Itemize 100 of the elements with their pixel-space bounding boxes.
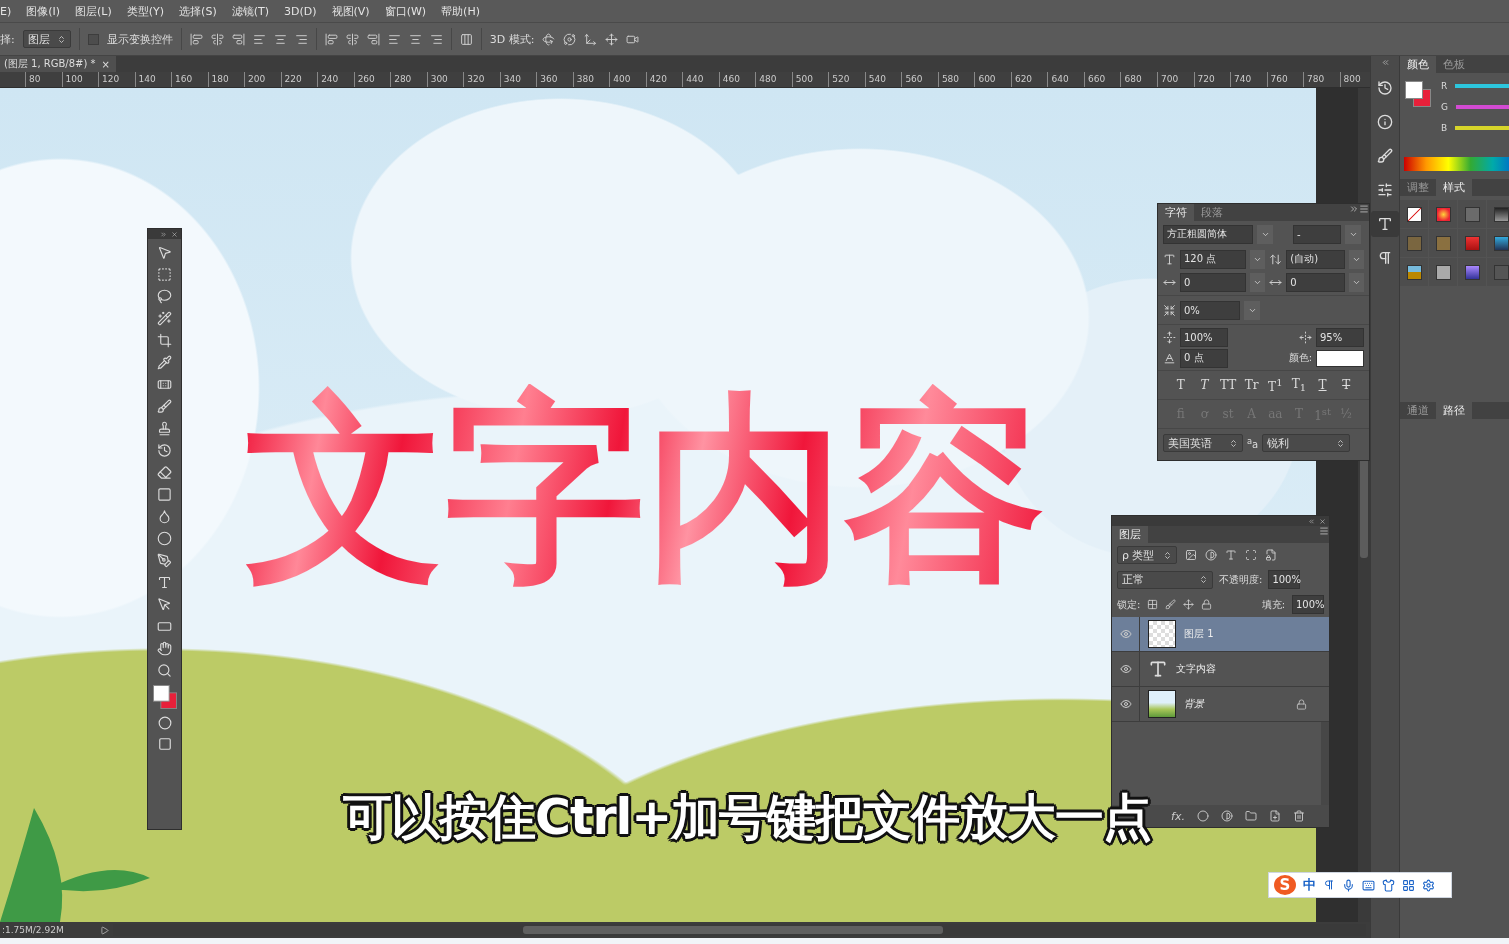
close-icon[interactable] (171, 230, 178, 238)
distribute-middle-icon[interactable] (345, 32, 359, 46)
layer-row[interactable]: 图层 1 (1112, 617, 1329, 652)
font-family-field[interactable]: 方正粗圆简体 (1163, 224, 1253, 244)
vertical-scale-field[interactable]: 100% (1180, 328, 1228, 347)
play-icon[interactable] (100, 925, 109, 935)
text-style-button[interactable]: T (1335, 378, 1357, 392)
align-left-icon[interactable] (252, 32, 266, 46)
eye-icon[interactable] (1119, 663, 1132, 675)
style-preset[interactable] (1400, 200, 1428, 228)
move-tool-icon[interactable] (157, 245, 172, 260)
align-center-icon[interactable] (273, 32, 287, 46)
kerning-field[interactable]: 0 (1180, 272, 1247, 292)
baseline-shift-field[interactable]: 0 点 (1180, 348, 1228, 368)
tracking-field[interactable]: 0 (1286, 272, 1345, 292)
layer-filter-dropdown[interactable]: ρ 类型 (1117, 546, 1177, 564)
menu-item[interactable]: 帮助(H) (441, 3, 480, 19)
style-preset[interactable] (1400, 258, 1428, 286)
keyboard-icon[interactable] (1362, 878, 1375, 892)
zoom-tool-icon[interactable] (157, 663, 172, 678)
style-preset[interactable] (1429, 200, 1457, 228)
close-icon[interactable] (1319, 517, 1326, 525)
horizontal-scale-field[interactable]: 95% (1316, 328, 1364, 347)
punctuation-icon[interactable] (1323, 879, 1335, 891)
panel-tab[interactable]: 调整 (1400, 179, 1436, 196)
auto-select-dropdown[interactable]: 图层 (22, 30, 71, 48)
layer-row[interactable]: 文字内容 (1112, 652, 1329, 687)
shirt-icon[interactable] (1382, 878, 1395, 892)
slide-3d-icon[interactable] (605, 32, 619, 46)
lock-position-icon[interactable] (1183, 599, 1195, 610)
quick-mask-icon[interactable] (157, 716, 172, 730)
distribute-left-icon[interactable] (387, 32, 401, 46)
align-right-icon[interactable] (294, 32, 308, 46)
font-style-field[interactable]: - (1293, 224, 1341, 244)
menu-item[interactable]: 选择(S) (179, 3, 217, 19)
panel-tab[interactable]: 样式 (1436, 179, 1472, 196)
leading-field[interactable]: (自动) (1286, 249, 1345, 269)
rotate-3d-icon[interactable] (542, 32, 556, 46)
grid-icon[interactable] (1402, 878, 1415, 892)
new-layer-icon[interactable] (1269, 810, 1281, 822)
blur-tool-icon[interactable] (157, 509, 172, 524)
align-bottom-icon[interactable] (231, 32, 245, 46)
screen-mode-icon[interactable] (157, 737, 172, 751)
path-selection-icon[interactable] (157, 597, 172, 612)
type-tool-icon[interactable] (157, 575, 172, 590)
transform-checkbox[interactable] (87, 33, 99, 45)
color-swatches-icon[interactable] (152, 685, 177, 709)
menu-item[interactable]: 窗口(W) (384, 3, 427, 19)
character-icon[interactable] (1371, 211, 1399, 237)
trash-icon[interactable] (1293, 810, 1305, 822)
settings-icon[interactable] (1422, 878, 1435, 892)
tsume-field[interactable]: 0% (1180, 300, 1240, 320)
distribute-center-icon[interactable] (408, 32, 422, 46)
dodge-tool-icon[interactable] (157, 531, 172, 546)
text-style-button[interactable]: T (1170, 378, 1192, 392)
align-top-icon[interactable] (189, 32, 203, 46)
magic-wand-icon[interactable] (157, 311, 172, 326)
eyedropper-icon[interactable] (157, 355, 172, 370)
folder-icon[interactable] (1245, 810, 1257, 822)
distribute-top-icon[interactable] (324, 32, 338, 46)
distribute-right-icon[interactable] (429, 32, 443, 46)
eye-icon[interactable] (1119, 698, 1132, 710)
collapse-icon[interactable] (1380, 58, 1390, 67)
updown-arrows-icon[interactable] (56, 34, 66, 44)
text-color-swatch[interactable] (1316, 349, 1364, 367)
panel-tab[interactable]: 颜色 (1400, 56, 1436, 73)
drag-3d-icon[interactable] (584, 32, 598, 46)
eraser-tool-icon[interactable] (157, 465, 172, 480)
image-filter-icon[interactable] (1185, 549, 1197, 561)
text-style-button[interactable]: T$^{1}$ (1264, 376, 1287, 394)
lasso-tool-icon[interactable] (157, 289, 172, 304)
pen-tool-icon[interactable] (157, 553, 172, 568)
opacity-field[interactable]: 100% (1268, 570, 1301, 589)
panel-tab[interactable]: 图层 (1112, 526, 1148, 543)
panel-tab[interactable]: 段落 (1194, 204, 1230, 221)
shape-filter-icon[interactable] (1245, 549, 1257, 561)
roll-3d-icon[interactable] (563, 32, 577, 46)
auto-align-icon[interactable] (459, 32, 473, 46)
close-icon[interactable]: × (101, 58, 110, 70)
text-style-button[interactable]: TT (1217, 378, 1239, 392)
marquee-tool-icon[interactable] (157, 267, 172, 282)
text-style-button[interactable]: Tr (1240, 378, 1263, 392)
shape-tool-icon[interactable] (157, 619, 172, 634)
crop-tool-icon[interactable] (157, 333, 172, 348)
document-tab[interactable]: (图层 1, RGB/8#) * × (0, 56, 116, 72)
menu-item[interactable]: E) (0, 4, 12, 18)
hand-tool-icon[interactable] (157, 641, 172, 656)
font-size-field[interactable]: 120 点 (1180, 249, 1247, 269)
menu-item[interactable]: 图像(I) (26, 3, 61, 19)
style-preset[interactable] (1429, 258, 1457, 286)
menu-item[interactable]: 3D(D) (284, 4, 317, 18)
ime-logo[interactable]: S (1274, 875, 1296, 895)
distribute-bottom-icon[interactable] (366, 32, 380, 46)
menu-item[interactable]: 类型(Y) (126, 3, 165, 19)
lock-paint-icon[interactable] (1165, 599, 1177, 610)
collapse-icon[interactable] (1308, 517, 1315, 525)
updown-arrows-icon[interactable] (1199, 575, 1208, 584)
menu-item[interactable]: 滤镜(T) (231, 3, 269, 19)
microphone-icon[interactable] (1342, 878, 1355, 892)
text-style-button[interactable]: T (1311, 378, 1334, 392)
